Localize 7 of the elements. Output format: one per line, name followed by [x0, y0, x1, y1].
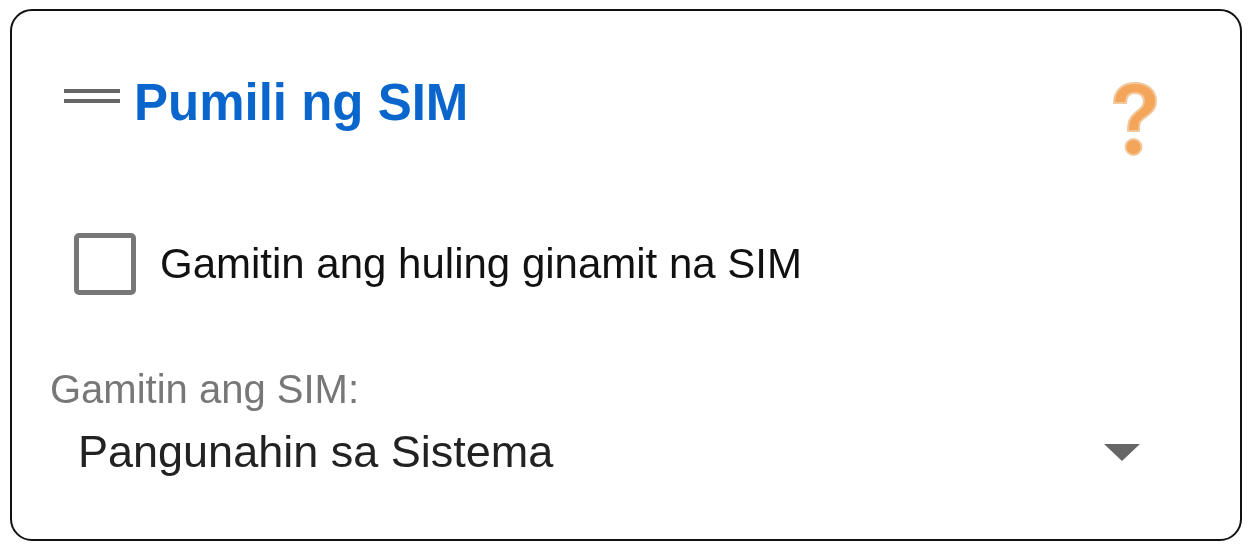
caret-icon: [1104, 443, 1140, 461]
checkbox-label[interactable]: Gamitin ang huling ginamit na SIM: [160, 240, 802, 288]
field-label: Gamitin ang SIM:: [50, 367, 360, 412]
dialog-title: Pumili ng SIM: [134, 73, 469, 133]
sim-dropdown[interactable]: Pangunahin sa Sistema: [78, 426, 1140, 478]
checkbox[interactable]: [74, 233, 136, 295]
drag-handle-icon[interactable]: [64, 89, 120, 103]
